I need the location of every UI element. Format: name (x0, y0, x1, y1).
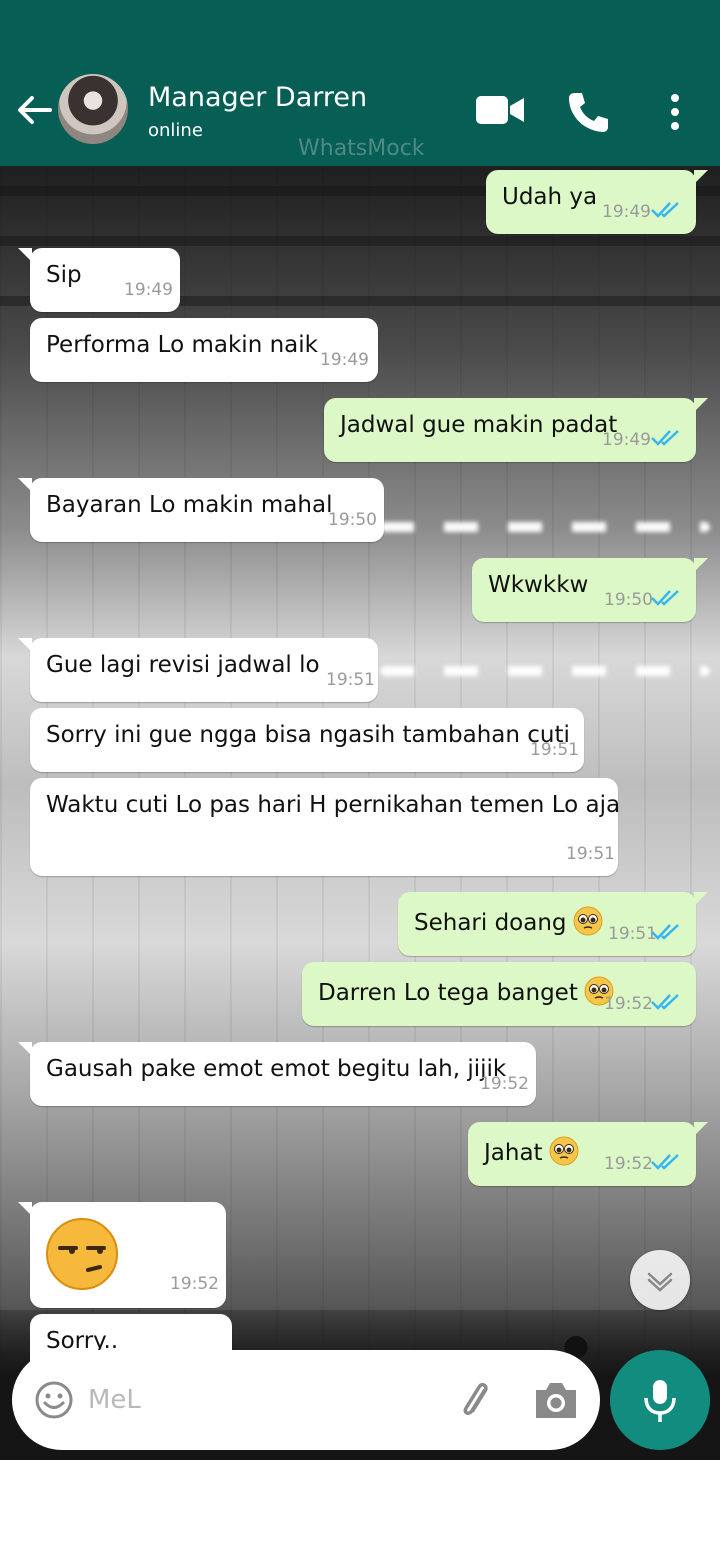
message-text: Wkwkkw (488, 572, 589, 598)
message-time: 19:49 (602, 430, 651, 450)
message-bubble-incoming[interactable]: Gue lagi revisi jadwal lo 19:51 (18, 638, 378, 702)
message-time: 19:52 (480, 1074, 529, 1094)
message-bubble-outgoing[interactable]: Jadwal gue makin padat 19:49 (324, 398, 708, 462)
unamused-face-emoji (46, 1218, 118, 1290)
message-time: 19:50 (328, 510, 377, 530)
message-bubble-incoming[interactable]: Performa Lo makin naik 19:49 (30, 318, 378, 382)
message-composer (12, 1350, 600, 1450)
chevron-down-icon (647, 1272, 673, 1292)
read-ticks-icon (651, 994, 679, 1010)
message-bubble-outgoing[interactable]: Jahat 19:52 (468, 1122, 708, 1186)
chat-area[interactable]: Udah ya 19:49 Sip 19:49 Performa Lo maki… (0, 166, 720, 1460)
message-bubble-incoming[interactable]: Bayaran Lo makin mahal 19:50 (18, 478, 384, 542)
message-bubble-incoming[interactable]: Sip 19:49 (18, 248, 180, 312)
message-text: Gausah pake emot emot begitu lah, jijik (46, 1056, 507, 1082)
message-time: 19:50 (604, 590, 653, 610)
message-bubble-incoming[interactable]: Gausah pake emot emot begitu lah, jijik … (18, 1042, 536, 1106)
message-text: Sorry ini gue ngga bisa ngasih tambahan … (46, 722, 570, 748)
voice-call-icon[interactable] (566, 90, 610, 134)
mic-icon (644, 1380, 676, 1422)
emoji-icon[interactable] (34, 1380, 74, 1420)
message-text: Sip (46, 262, 82, 288)
message-bubble-outgoing[interactable]: Sehari doang 19:51 (398, 892, 708, 956)
read-ticks-icon (651, 1154, 679, 1170)
read-ticks-icon (651, 430, 679, 446)
message-bubble-incoming[interactable]: Waktu cuti Lo pas hari H pernikahan teme… (30, 778, 621, 876)
message-time: 19:52 (604, 1154, 653, 1174)
pleading-face-emoji (573, 906, 603, 936)
message-text: Performa Lo makin naik (46, 332, 318, 358)
message-text: Jadwal gue makin padat (340, 412, 618, 438)
message-text: Jahat (484, 1136, 579, 1166)
read-ticks-icon (651, 924, 679, 940)
message-time: 19:52 (604, 994, 653, 1014)
message-bubble-incoming[interactable]: 19:52 (18, 1202, 226, 1308)
status-bar (0, 0, 720, 56)
watermark: WhatsMock (298, 136, 425, 161)
message-text: Udah ya (502, 184, 598, 210)
attach-icon[interactable] (452, 1376, 500, 1424)
back-arrow-icon[interactable] (14, 90, 54, 130)
scroll-to-bottom-button[interactable] (630, 1250, 690, 1310)
message-text: Gue lagi revisi jadwal lo (46, 652, 320, 678)
read-ticks-icon (651, 590, 679, 606)
video-call-icon[interactable] (474, 90, 526, 130)
message-time: 19:49 (320, 350, 369, 370)
contact-status: online (148, 120, 203, 141)
message-input[interactable] (88, 1380, 428, 1420)
read-ticks-icon (651, 202, 679, 218)
message-time: 19:49 (124, 280, 173, 300)
message-text: Waktu cuti Lo pas hari H pernikahan teme… (46, 792, 621, 818)
chat-header: Manager Darren online WhatsMock (0, 56, 720, 166)
message-bubble-outgoing[interactable]: Udah ya 19:49 (486, 170, 708, 234)
message-time: 19:51 (326, 670, 375, 690)
more-vert-icon[interactable] (660, 90, 690, 134)
message-time: 19:52 (170, 1274, 219, 1294)
message-bubble-outgoing[interactable]: Wkwkkw 19:50 (472, 558, 708, 622)
navigation-area (0, 1460, 720, 1544)
mic-button[interactable] (610, 1350, 710, 1450)
message-time: 19:51 (566, 844, 615, 864)
message-time: 19:49 (602, 202, 651, 222)
message-text: Sehari doang (414, 906, 603, 936)
message-bubble-incoming[interactable]: Sorry ini gue ngga bisa ngasih tambahan … (30, 708, 584, 772)
message-bubble-outgoing[interactable]: Darren Lo tega banget 19:52 (302, 962, 696, 1026)
message-text: Darren Lo tega banget (318, 976, 614, 1006)
message-time: 19:51 (530, 740, 579, 760)
pleading-face-emoji (549, 1136, 579, 1166)
message-text: Bayaran Lo makin mahal (46, 492, 333, 518)
camera-icon[interactable] (532, 1378, 580, 1422)
avatar[interactable] (58, 74, 128, 144)
contact-name[interactable]: Manager Darren (148, 82, 367, 113)
